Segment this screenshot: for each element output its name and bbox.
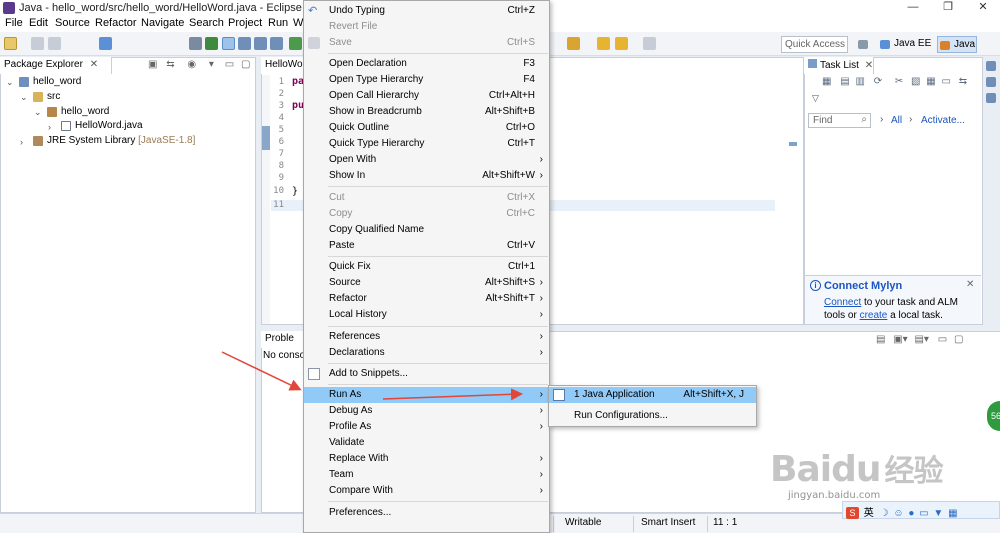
- annotation-arrow-to-java-application: [382, 388, 523, 401]
- annotation-arrows: [221, 351, 523, 401]
- annotation-arrow-to-run-as: [221, 351, 302, 391]
